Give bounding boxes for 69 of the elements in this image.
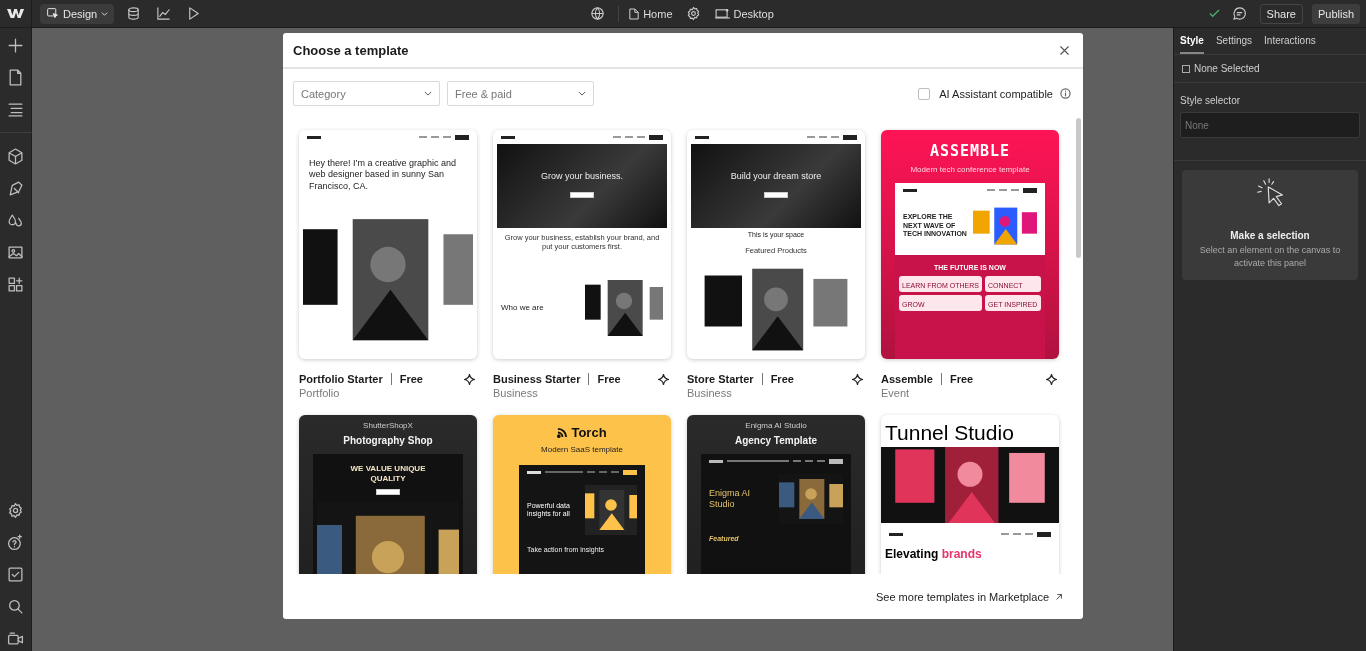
cursor-icon [46,7,59,20]
external-link-icon [1055,592,1063,601]
hero-heading: Grow your business. [540,171,623,181]
page-icon [629,7,640,20]
design-mode-button[interactable]: Design [40,3,115,24]
template-category: Business [493,387,539,399]
template-price: Free [950,373,974,385]
filter-dropdown[interactable]: Category [293,81,440,106]
style-selector-field[interactable]: None [1180,112,1360,138]
preview-title: Photography Shop [342,434,434,448]
template-name[interactable]: Business Starter [493,373,581,385]
template-name[interactable]: Assemble [881,373,933,385]
brand-name: Torch [493,415,671,442]
template-price: Free [399,373,423,385]
caret-icon [101,10,109,17]
field-label: Style selector [1180,95,1242,106]
preview-heading: Elevating brands [884,546,983,563]
publish-button[interactable]: Publish [1311,3,1360,24]
share-button[interactable]: Share [1259,3,1303,24]
button-drawing [764,192,788,198]
template-name[interactable]: Store Starter [687,373,754,385]
breakpoint-selector[interactable]: Desktop [714,7,774,20]
panel-tab[interactable]: Settings [1215,28,1253,54]
sparkle-icon [464,373,475,385]
preview-title: Tunnel Studio [884,420,1015,446]
scrollbar[interactable] [1076,118,1081,258]
sparkle-icon [1046,373,1057,385]
preview-heading: WE VALUE UNIQUE QUALITY [349,463,427,485]
template-category: Portfolio [299,387,341,399]
preview-heading: Hey there! I’m a creative graphic and web designer based in sunny San Francisco, CA. [308,157,458,193]
template-name[interactable]: Portfolio Starter [299,373,383,385]
sparkle-icon [852,373,863,385]
info-icon [1060,88,1071,99]
button-drawing [376,489,400,495]
panel-tab[interactable]: Style [1180,28,1204,54]
chevron-icon [424,91,432,96]
template-category: Business [687,387,733,399]
template-price: Free [597,373,621,385]
preview-subtitle: ShutterShopX [362,420,414,432]
checkbox[interactable] [918,87,931,100]
preview-heading: Who we are [501,302,545,313]
preview-subtitle: Enigma AI Studio [744,420,808,432]
signal-icon [557,427,569,438]
template-preview[interactable]: ShutterShopX Photography Shop WE VALUE UNIQUE QUALITY [299,415,477,574]
check-icon [1208,9,1220,18]
template-preview[interactable]: Tunnel Studio Elevating brands [881,415,1059,574]
preview-title: Agency Template [733,434,819,448]
preview-subtitle: Modern tech conference template [909,164,1031,176]
hero-heading: Build your dream store [730,171,822,181]
template-price: Free [770,373,794,385]
dialog-title: Choose a template [293,42,409,58]
desktop-icon [714,8,730,19]
marketplace-link[interactable]: See more templates in Marketplace [875,590,1063,603]
checkbox-label: AI Assistant compatible [939,87,1053,100]
preview-subtitle: Modern SaaS template [540,444,624,456]
panel-tab[interactable]: Interactions [1264,28,1316,54]
template-category: Event [881,387,911,399]
preview-title: ASSEMBLE [928,141,1012,162]
chevron-icon [578,91,586,96]
preview-heading: Enigma AI Studio [709,488,752,510]
button-drawing [570,192,594,198]
checkbox[interactable] [1182,64,1190,73]
sparkle-icon [658,373,669,385]
empty-state-title: Make a selection [1230,230,1310,241]
template-preview[interactable]: Hey there! I’m a creative graphic and web designer based in sunny San Francisco, CA. [299,130,477,359]
filter-dropdown[interactable]: Free & paid [447,81,594,106]
selection-label: None Selected [1194,63,1260,74]
empty-state-text: Select an element on the canvas to activate this panel [1198,244,1342,271]
page-selector[interactable]: Home [629,7,673,20]
